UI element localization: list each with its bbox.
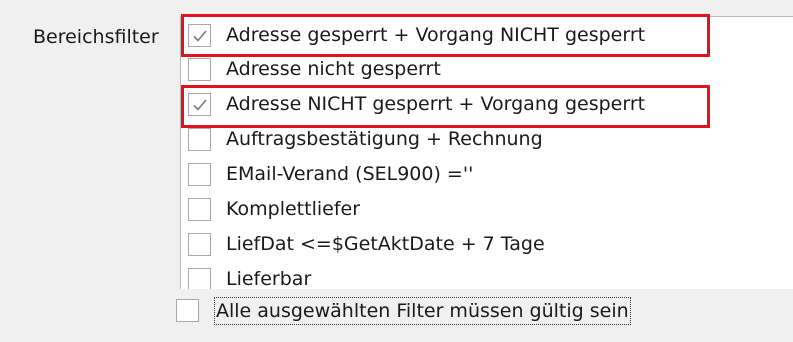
checkbox[interactable]	[188, 198, 211, 221]
filter-item[interactable]: Lieferbar	[181, 263, 793, 289]
checkbox[interactable]	[188, 58, 211, 81]
all-filters-valid-checkbox[interactable]	[176, 299, 199, 322]
filter-item-label: Auftragsbestätigung + Rechnung	[226, 128, 543, 150]
range-filter-label: Bereichsfilter	[33, 26, 159, 48]
filter-item[interactable]: Auftragsbestätigung + Rechnung	[181, 123, 793, 157]
checkbox[interactable]	[188, 268, 211, 289]
filter-item[interactable]: EMail-Verand (SEL900) =''	[181, 158, 793, 192]
filter-item-label: Lieferbar	[226, 268, 312, 289]
filter-item[interactable]: Komplettliefer	[181, 193, 793, 227]
filter-item[interactable]: LiefDat <=$GetAktDate + 7 Tage	[181, 228, 793, 262]
filter-item-label: EMail-Verand (SEL900) =''	[226, 163, 474, 185]
highlight-box	[181, 14, 710, 57]
filter-item-label: Adresse nicht gesperrt	[226, 58, 441, 80]
filter-item-label: Komplettliefer	[226, 198, 361, 220]
checkbox[interactable]	[188, 233, 211, 256]
checkbox[interactable]	[188, 163, 211, 186]
all-filters-valid-label[interactable]: Alle ausgewählten Filter müssen gültig s…	[214, 297, 631, 325]
highlight-box	[181, 85, 710, 128]
checkbox[interactable]	[188, 128, 211, 151]
filter-item[interactable]: Adresse nicht gesperrt	[181, 53, 793, 87]
filter-item-label: LiefDat <=$GetAktDate + 7 Tage	[226, 233, 545, 255]
